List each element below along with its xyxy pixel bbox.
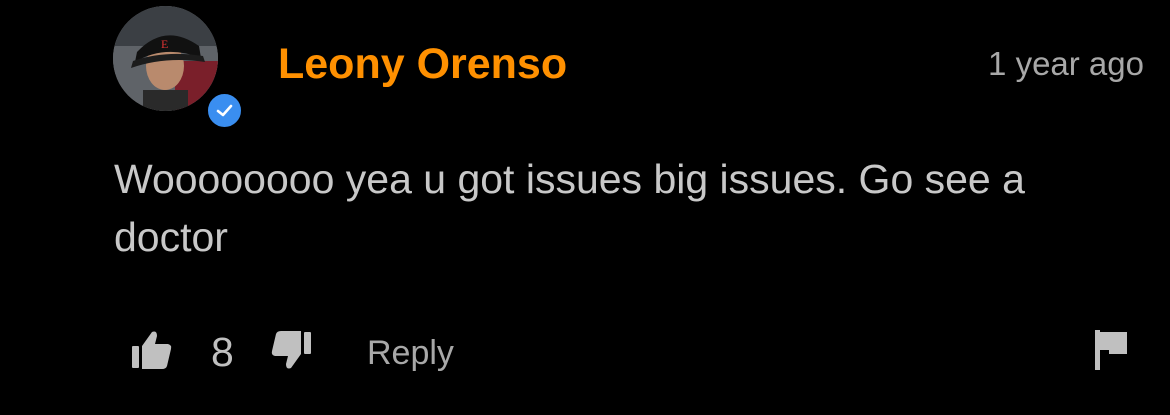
- avatar-container[interactable]: E: [113, 6, 247, 131]
- comment-actions: 8 Reply: [0, 320, 1170, 380]
- thumbs-down-icon[interactable]: [269, 328, 313, 372]
- comment-author[interactable]: Leony Orenso: [278, 40, 567, 88]
- thumbs-up-icon[interactable]: [130, 328, 174, 372]
- svg-text:E: E: [161, 37, 168, 51]
- avatar[interactable]: E: [113, 6, 218, 111]
- like-count: 8: [211, 329, 234, 375]
- flag-icon[interactable]: [1093, 328, 1131, 372]
- comment-timestamp: 1 year ago: [988, 45, 1144, 82]
- verified-check-icon: [204, 90, 245, 131]
- comment-card: E Leony Orenso 1 year ago Woooooooo yea …: [0, 0, 1170, 415]
- reply-button[interactable]: Reply: [367, 333, 454, 373]
- comment-text: Woooooooo yea u got issues big issues. G…: [114, 156, 1025, 260]
